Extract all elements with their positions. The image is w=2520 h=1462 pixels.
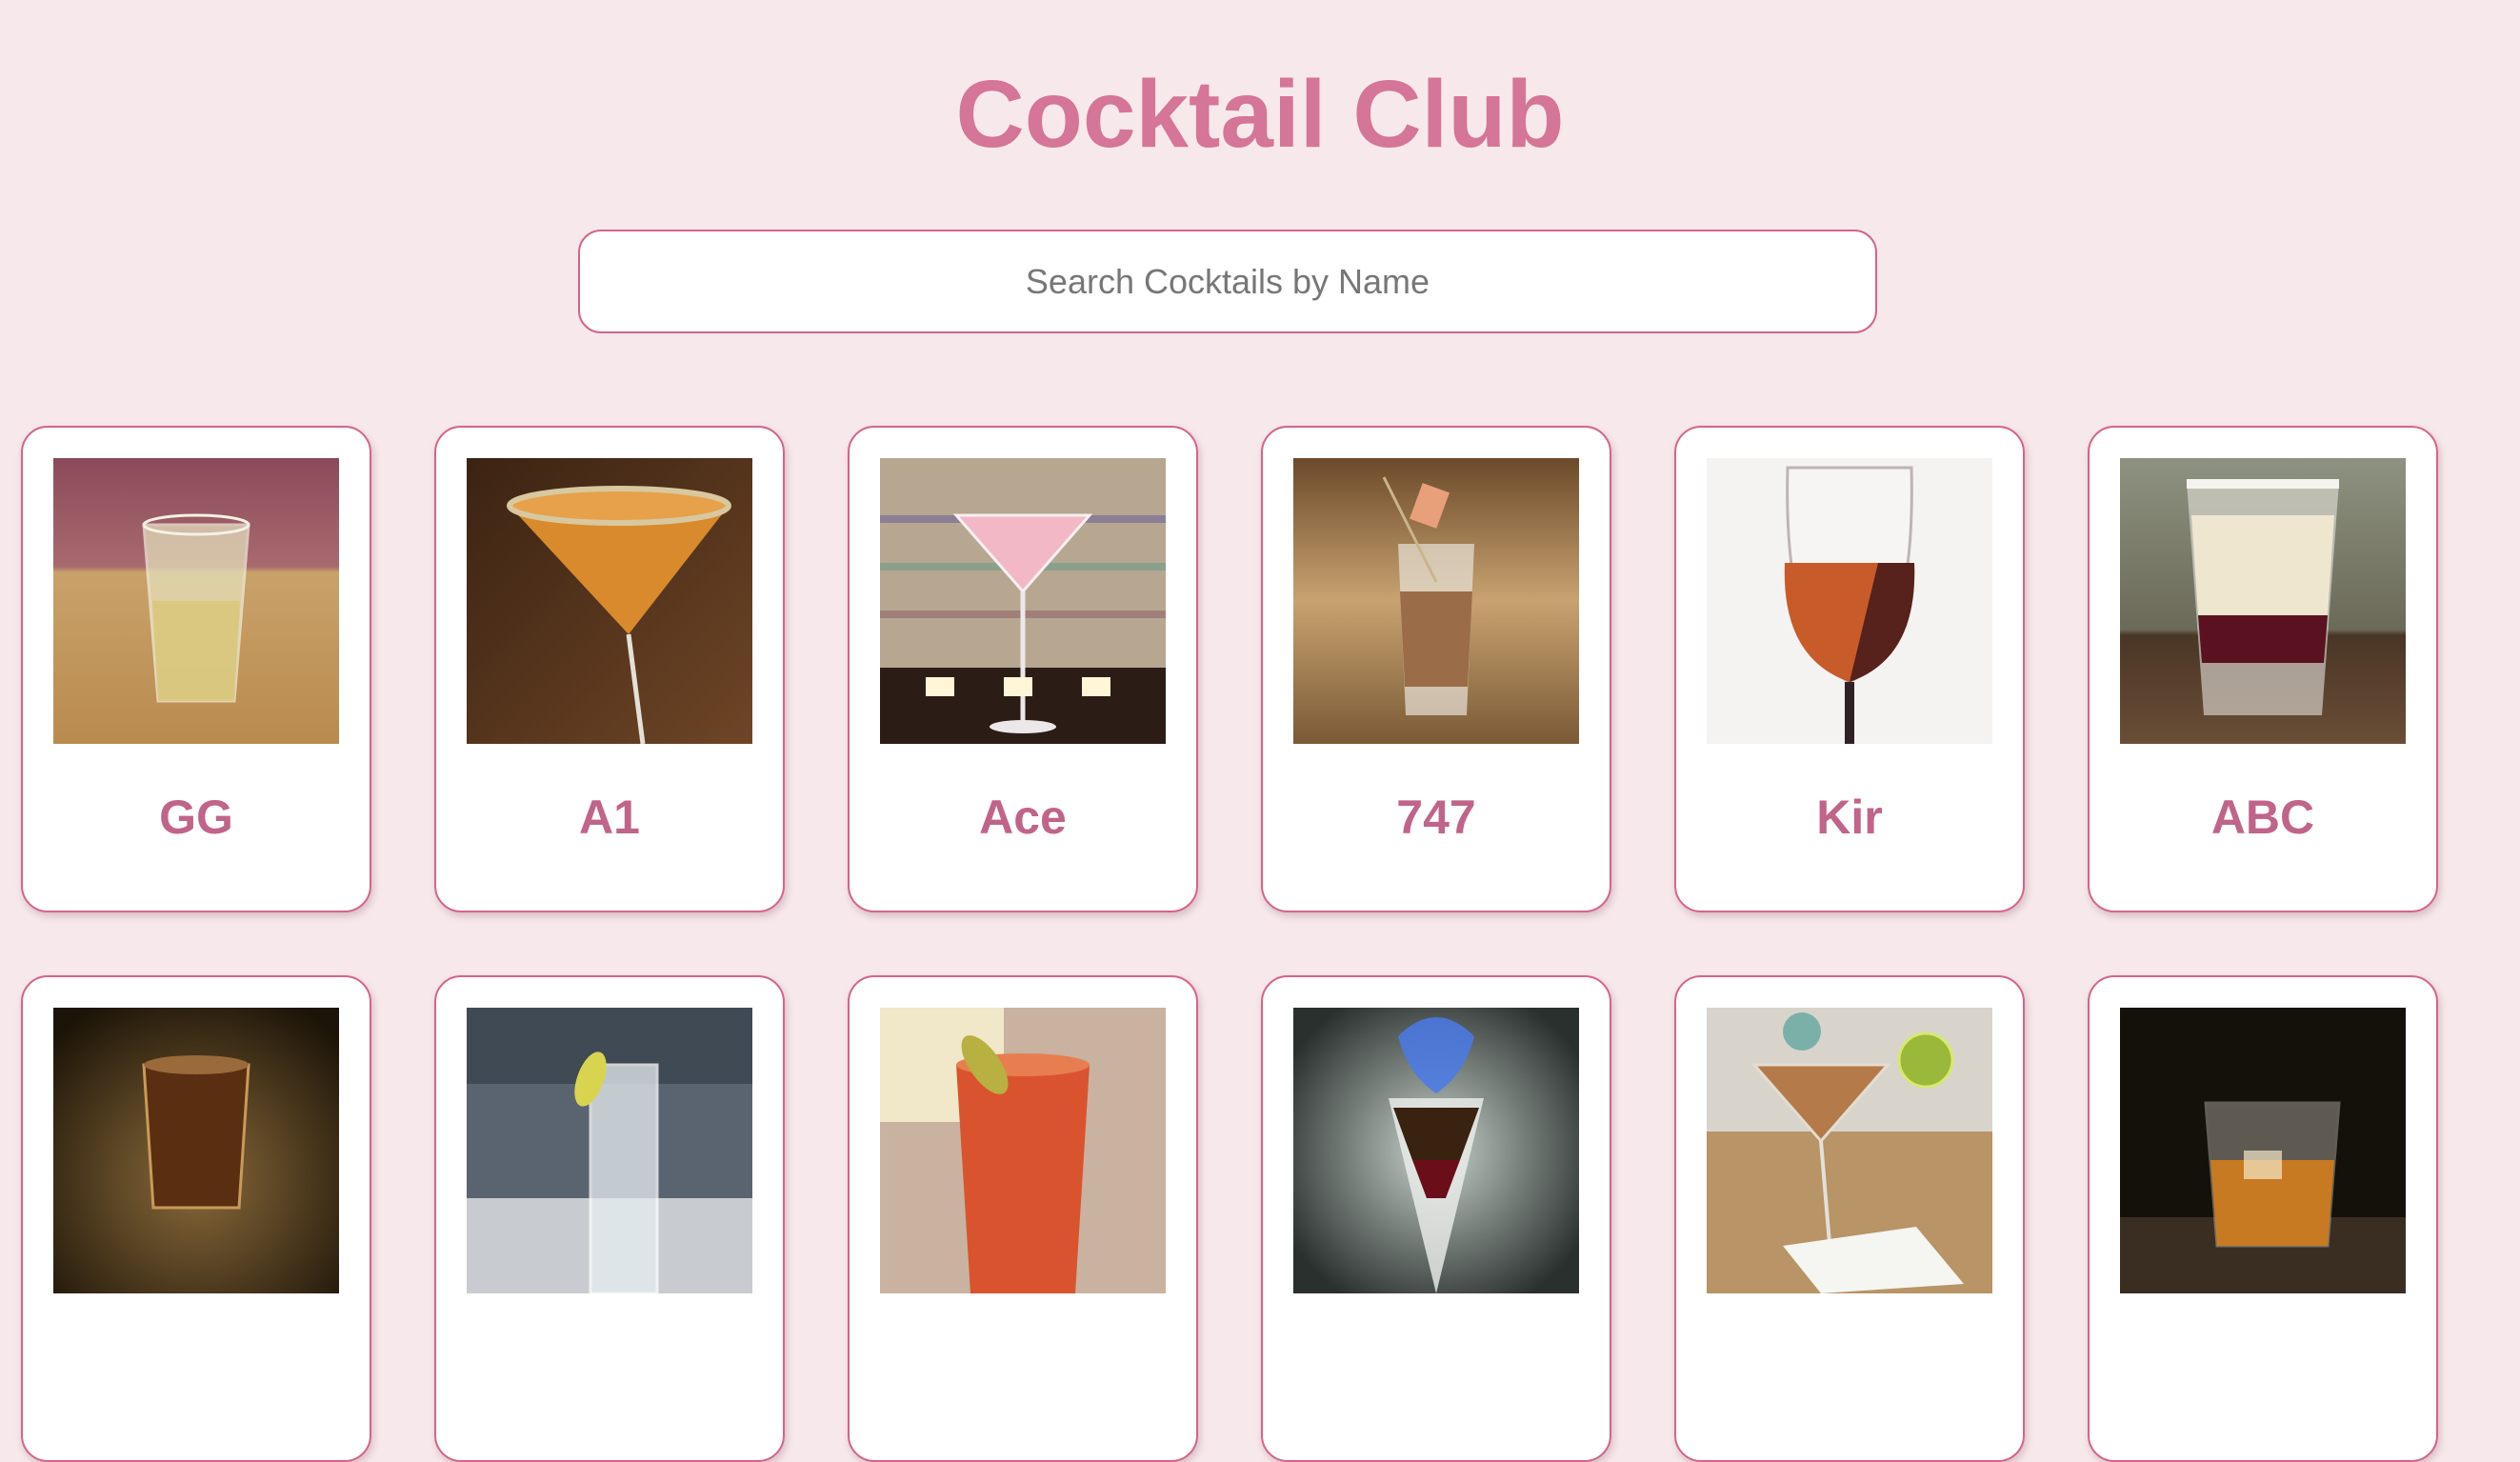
cocktail-card[interactable]: Ace bbox=[848, 426, 1198, 912]
cocktail-card[interactable] bbox=[21, 975, 371, 1462]
cocktail-photo bbox=[2120, 1008, 2406, 1293]
cocktail-photo bbox=[1707, 458, 1992, 744]
martini-glass-icon bbox=[880, 458, 1166, 744]
cocktail-photo bbox=[53, 458, 339, 744]
cocktail-name: Kir bbox=[1816, 791, 1883, 844]
page-title: Cocktail Club bbox=[955, 61, 1565, 168]
cocktail-card[interactable]: GG bbox=[21, 426, 371, 912]
cocktail-card[interactable] bbox=[1674, 975, 2025, 1462]
cocktail-card[interactable]: A1 bbox=[434, 426, 785, 912]
rocks-glass-icon bbox=[53, 458, 339, 744]
shot-glass-icon bbox=[2120, 458, 2406, 744]
cocktail-photo bbox=[1293, 1008, 1579, 1293]
cocktail-name: 747 bbox=[1396, 791, 1476, 844]
cocktail-photo bbox=[467, 458, 752, 744]
rocks-glass-icon bbox=[2120, 1008, 2406, 1293]
cocktail-name: ABC bbox=[2210, 791, 2315, 844]
cocktail-photo bbox=[2120, 458, 2406, 744]
flaming-shot-icon bbox=[1293, 1008, 1579, 1293]
cocktail-photo bbox=[880, 1008, 1166, 1293]
cocktail-card[interactable] bbox=[848, 975, 1198, 1462]
cocktail-photo bbox=[1707, 1008, 1992, 1293]
shot-glass-icon bbox=[1293, 458, 1579, 744]
shot-glass-icon bbox=[53, 1008, 339, 1293]
cocktail-card[interactable] bbox=[1261, 975, 1611, 1462]
cocktail-card[interactable] bbox=[434, 975, 785, 1462]
cocktail-card[interactable] bbox=[2088, 975, 2438, 1462]
cocktail-name: A1 bbox=[579, 791, 640, 844]
cocktail-photo bbox=[1293, 458, 1579, 744]
cocktail-grid: GG A1 Ace 747 Kir ABC bbox=[21, 426, 2438, 1462]
rocks-glass-icon bbox=[880, 1008, 1166, 1293]
wine-glass-icon bbox=[1707, 458, 1992, 744]
martini-glass-icon bbox=[467, 458, 752, 744]
cocktail-photo bbox=[880, 458, 1166, 744]
cocktail-photo bbox=[467, 1008, 752, 1293]
cocktail-card[interactable]: Kir bbox=[1674, 426, 2025, 912]
cocktail-name: GG bbox=[159, 791, 233, 844]
cocktail-card[interactable]: ABC bbox=[2088, 426, 2438, 912]
highball-glass-icon bbox=[467, 1008, 752, 1293]
cocktail-card[interactable]: 747 bbox=[1261, 426, 1611, 912]
search-input[interactable] bbox=[578, 230, 1877, 333]
martini-glass-icon bbox=[1707, 1008, 1992, 1293]
cocktail-name: Ace bbox=[979, 791, 1067, 844]
cocktail-photo bbox=[53, 1008, 339, 1293]
